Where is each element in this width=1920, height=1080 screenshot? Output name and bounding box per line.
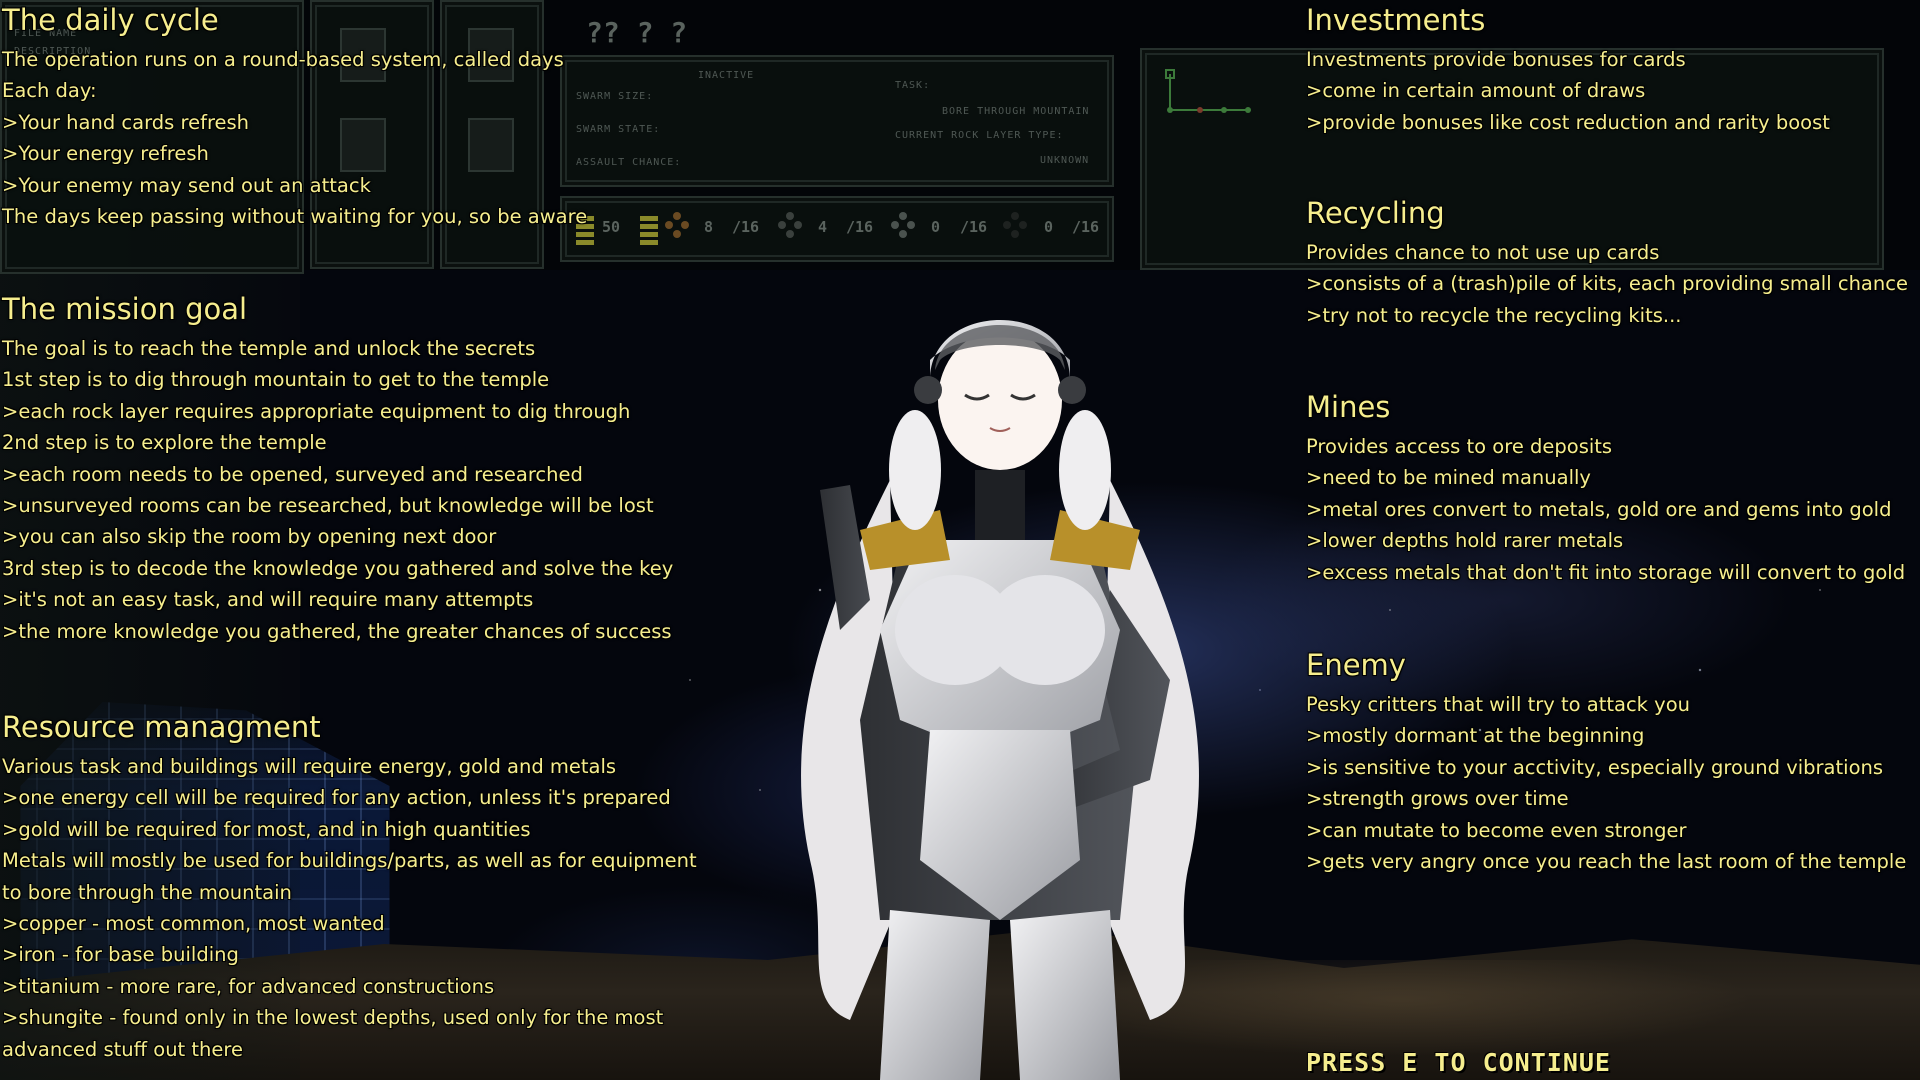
- text-line: Provides access to ore deposits: [1306, 435, 1613, 458]
- swarm-state-label: SWARM STATE:: [576, 124, 661, 135]
- text-line: >strength grows over time: [1306, 787, 1569, 811]
- copper-value: 8: [704, 218, 714, 236]
- section-body: Provides chance to not use up cards >con…: [1306, 237, 1908, 331]
- text-line: The operation runs on a round-based syst…: [2, 48, 564, 71]
- text-line: >each room needs to be opened, surveyed …: [2, 462, 583, 486]
- text-line: >come in certain amount of draws: [1306, 79, 1646, 103]
- text-line: Each day:: [2, 79, 97, 103]
- section-body: Provides access to ore deposits >need to…: [1306, 431, 1905, 588]
- text-line: >iron - for base building: [2, 943, 239, 967]
- iron-icon: [778, 212, 802, 238]
- text-line: >shungite - found only in the lowest dep…: [2, 1006, 664, 1030]
- text-line: >unsurveyed rooms can be researched, but…: [2, 493, 654, 517]
- section-resource-management: Resource managment Various task and buil…: [2, 707, 697, 1065]
- section-body: Investments provide bonuses for cards >c…: [1306, 44, 1830, 138]
- task-label: TASK:: [895, 80, 931, 91]
- section-mines: Mines Provides access to ore deposits >n…: [1306, 387, 1905, 588]
- assault-chance-label: ASSAULT CHANCE:: [576, 157, 682, 168]
- text-line: >copper - most common, most wanted: [2, 911, 385, 935]
- text-line: >one energy cell will be required for an…: [2, 786, 671, 810]
- text-line: Metals will mostly be used for buildings…: [2, 849, 697, 873]
- section-mission-goal: The mission goal The goal is to reach th…: [2, 289, 673, 647]
- text-line: >excess metals that don't fit into stora…: [1306, 560, 1906, 584]
- text-line: >provide bonuses like cost reduction and…: [1306, 110, 1830, 134]
- section-title: Recycling: [1306, 196, 1445, 230]
- text-line: >each rock layer requires appropriate eq…: [2, 399, 631, 423]
- task-value: BORE THROUGH MOUNTAIN: [942, 106, 1090, 117]
- section-title: Resource managment: [2, 710, 321, 744]
- iron-value: 4: [818, 218, 828, 236]
- section-title: The daily cycle: [2, 3, 219, 37]
- swarm-size-label: SWARM SIZE:: [576, 91, 654, 102]
- text-line: Provides chance to not use up cards: [1306, 241, 1660, 264]
- shungite-icon: [1003, 212, 1027, 238]
- iron-max: /16: [846, 218, 874, 236]
- shungite-value: 0: [1044, 218, 1054, 236]
- section-title: Enemy: [1306, 648, 1406, 682]
- text-line: 3rd step is to decode the knowledge you …: [2, 556, 674, 580]
- section-recycling: Recycling Provides chance to not use up …: [1306, 193, 1908, 331]
- section-body: The goal is to reach the temple and unlo…: [2, 333, 673, 647]
- text-line: >consists of a (trash)pile of kits, each…: [1306, 272, 1908, 296]
- text-line: >can mutate to become even stronger: [1306, 818, 1687, 842]
- text-line: >metal ores convert to metals, gold ore …: [1306, 497, 1892, 521]
- section-title: Investments: [1306, 3, 1486, 37]
- section-body: The operation runs on a round-based syst…: [2, 44, 587, 232]
- section-body: Pesky critters that will try to attack y…: [1306, 689, 1906, 877]
- text-line: >try not to recycle the recycling kits..…: [1306, 303, 1682, 327]
- swarm-status: INACTIVE: [698, 70, 755, 81]
- text-line: >need to be mined manually: [1306, 466, 1591, 490]
- titanium-max: /16: [960, 218, 988, 236]
- text-line: >Your energy refresh: [2, 142, 209, 166]
- commander-portrait: [801, 320, 1199, 1080]
- text-line: >Your hand cards refresh: [2, 110, 250, 134]
- text-line: >Your enemy may send out an attack: [2, 173, 371, 197]
- text-line: >the more knowledge you gathered, the gr…: [2, 619, 672, 643]
- shungite-max: /16: [1072, 218, 1100, 236]
- tutorial-screen: FILE NAME DESCRIPTION ?? ? ? INACTIVE SW…: [0, 0, 1920, 1080]
- copper-max: /16: [732, 218, 760, 236]
- titanium-value: 0: [931, 218, 941, 236]
- section-daily-cycle: The daily cycle The operation runs on a …: [2, 0, 587, 232]
- section-title: Mines: [1306, 390, 1391, 424]
- text-line: advanced stuff out there: [2, 1037, 243, 1061]
- text-line: >mostly dormant at the beginning: [1306, 724, 1645, 748]
- text-line: Various task and buildings will require …: [2, 755, 617, 778]
- text-line: >gets very angry once you reach the last…: [1306, 849, 1907, 873]
- energy-value: 50: [602, 218, 621, 236]
- text-line: >lower depths hold rarer metals: [1306, 529, 1624, 553]
- section-body: Various task and buildings will require …: [2, 751, 697, 1065]
- section-title: The mission goal: [2, 292, 248, 326]
- section-investments: Investments Investments provide bonuses …: [1306, 0, 1830, 138]
- unknown-markers: ?? ? ?: [586, 16, 688, 49]
- energy-icon: [640, 216, 658, 245]
- text-line: >you can also skip the room by opening n…: [2, 525, 497, 549]
- text-line: >titanium - more rare, for advanced cons…: [2, 974, 495, 998]
- text-line: 1st step is to dig through mountain to g…: [2, 368, 550, 392]
- text-line: 2nd step is to explore the temple: [2, 431, 327, 455]
- map-route-icon: [1165, 69, 1251, 113]
- text-line: The goal is to reach the temple and unlo…: [2, 337, 536, 360]
- copper-icon: [665, 212, 689, 238]
- text-line: Pesky critters that will try to attack y…: [1306, 693, 1690, 716]
- continue-prompt[interactable]: PRESS E TO CONTINUE: [1306, 1048, 1611, 1077]
- titanium-icon: [891, 212, 915, 238]
- text-line: to bore through the mountain: [2, 880, 292, 904]
- text-line: The days keep passing without waiting fo…: [2, 204, 588, 228]
- text-line: >it's not an easy task, and will require…: [2, 588, 534, 612]
- text-line: >gold will be required for most, and in …: [2, 817, 531, 841]
- rock-layer-label: CURRENT ROCK LAYER TYPE:: [895, 130, 1064, 141]
- rock-layer-value: UNKNOWN: [1040, 155, 1090, 166]
- section-enemy: Enemy Pesky critters that will try to at…: [1306, 645, 1906, 877]
- text-line: Investments provide bonuses for cards: [1306, 48, 1686, 71]
- text-line: >is sensitive to your acctivity, especia…: [1306, 755, 1884, 779]
